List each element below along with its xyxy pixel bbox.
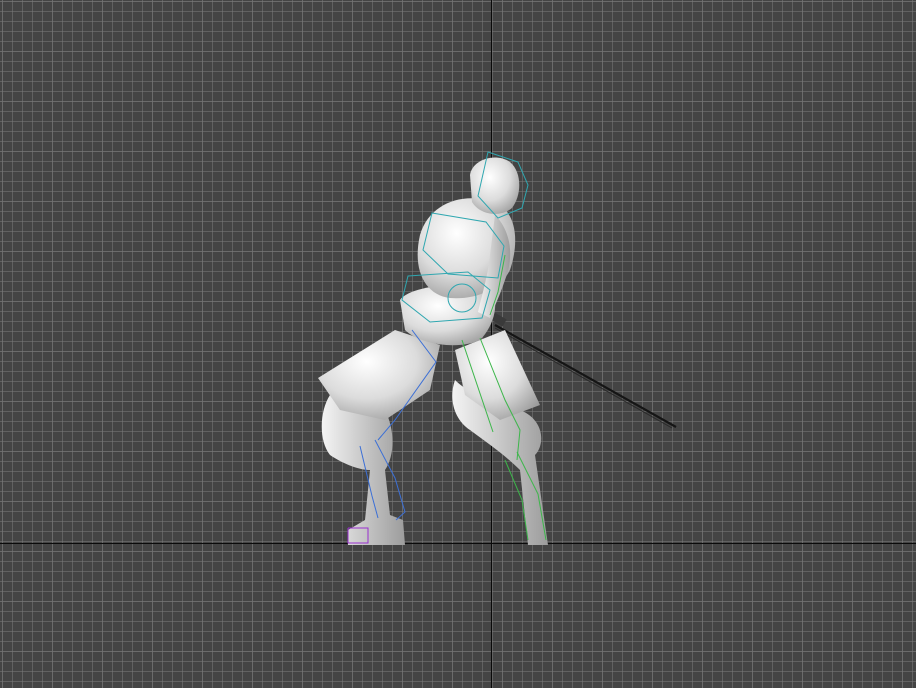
viewport-3d[interactable]: [0, 0, 916, 688]
head-mesh: [470, 157, 520, 214]
left-leg-mesh: [321, 395, 405, 545]
samurai-character-model[interactable]: [0, 0, 916, 688]
